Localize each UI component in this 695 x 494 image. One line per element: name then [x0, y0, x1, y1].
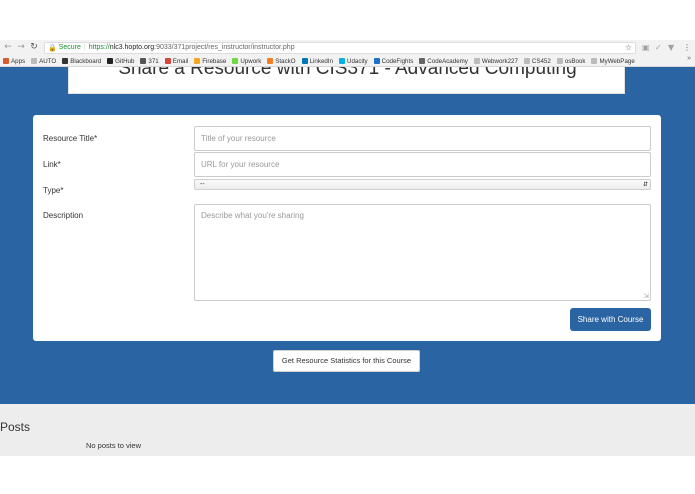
page-title: Share a Resource with CIS371 - Advanced … [118, 67, 577, 79]
bookmark-label: Webwork227 [481, 57, 518, 65]
resource-form: Resource Title* Title of your resource L… [33, 115, 661, 341]
type-select[interactable]: -- ⇵ [194, 179, 651, 190]
reload-icon[interactable]: ↻ [29, 41, 39, 53]
github-icon [107, 58, 114, 64]
bookmark-item[interactable]: Udacity [339, 58, 368, 65]
bookmark-label: Udacity [347, 57, 368, 65]
bookmark-label: Apps [11, 57, 26, 65]
bookmark-label: StackO [275, 57, 296, 65]
bookmark-label: GitHub [115, 57, 135, 65]
forward-icon[interactable]: → [16, 41, 26, 53]
page-icon [523, 58, 530, 64]
extension-icon[interactable]: ✓ [655, 43, 662, 52]
page-icon [591, 58, 598, 64]
address-bar[interactable]: 🔒 Secure | https:// nlc3.hopto.org :9033… [44, 42, 636, 54]
bookmark-item[interactable]: StackO [267, 57, 296, 65]
bookmark-item[interactable]: CodeAcademy [419, 58, 468, 65]
bookmark-item[interactable]: osBook [556, 57, 586, 65]
udacity-icon [339, 58, 345, 64]
bookmark-label: LinkedIn [309, 57, 333, 65]
type-selected-value: -- [200, 181, 205, 188]
resource-title-label: Resource Title* [43, 134, 98, 143]
bookmark-label: Firebase [202, 57, 227, 65]
gmail-icon [164, 58, 171, 64]
extension-icon[interactable]: ▣ [642, 43, 650, 52]
bookmark-item[interactable]: CodeFights [373, 57, 414, 65]
bookmark-label: CodeFights [381, 57, 414, 65]
resource-title-input[interactable]: Title of your resource [194, 126, 651, 151]
resource-statistics-button[interactable]: Get Resource Statistics for this Course [273, 350, 420, 372]
posts-section: Posts No posts to view [0, 404, 695, 456]
link-input[interactable]: URL for your resource [194, 152, 651, 177]
url-path: :9033/371project/res_instructor/instruct… [154, 44, 295, 51]
resize-handle-icon[interactable]: ⇲ [643, 292, 649, 300]
bookmark-item[interactable]: Upwork [232, 58, 261, 65]
browser-chrome: ← → ↻ 🔒 Secure | https:// nlc3.hopto.org… [0, 40, 695, 67]
linkedin-icon [301, 58, 308, 64]
bookmark-label: osBook [564, 57, 586, 65]
title-card: Share a Resource with CIS371 - Advanced … [68, 67, 625, 94]
url-scheme: https:// [88, 44, 110, 51]
bookmark-item[interactable]: LinkedIn [301, 57, 333, 65]
bookmark-item[interactable]: MyWebPage [591, 57, 635, 65]
page-icon [31, 58, 38, 64]
posts-empty-message: No posts to view [86, 441, 142, 450]
upwork-icon [232, 58, 239, 64]
bookmark-item[interactable]: Firebase [194, 58, 226, 65]
posts-heading: Posts [0, 420, 31, 434]
select-arrows-icon: ⇵ [642, 181, 648, 188]
bookmark-label: CodeAcademy [427, 57, 468, 65]
codefights-icon [373, 58, 380, 64]
firebase-icon [194, 58, 201, 64]
filter-icon[interactable]: ▼ [668, 43, 674, 52]
blackboard-icon [62, 58, 69, 64]
stackoverflow-icon [267, 58, 274, 64]
bookmark-label: Email [172, 57, 189, 65]
secure-label: Secure [58, 44, 81, 51]
apps-grid-icon [3, 58, 9, 64]
bookmark-label: Blackboard [70, 57, 102, 65]
page-icon [473, 58, 480, 64]
bookmark-label: 371 [148, 57, 159, 65]
main-section: Share a Resource with CIS371 - Advanced … [0, 67, 695, 404]
toolbar: ← → ↻ 🔒 Secure | https:// nlc3.hopto.org… [0, 40, 695, 55]
description-textarea[interactable]: Describe what you're sharing ⇲ [194, 204, 651, 301]
bookmark-item[interactable]: Email [164, 57, 189, 65]
bookmark-star-icon[interactable]: ☆ [625, 43, 632, 53]
description-label: Description [43, 211, 84, 220]
bookmark-label: CS452 [531, 57, 551, 65]
description-placeholder: Describe what you're sharing [201, 211, 304, 220]
page: ← → ↻ 🔒 Secure | https:// nlc3.hopto.org… [0, 0, 695, 494]
bookmarks-bar: Apps AUTO Blackboard GitHub 371 Email Firebase… [0, 55, 695, 67]
bookmark-item[interactable]: GitHub [107, 58, 134, 65]
menu-kebab-icon[interactable]: ⋮ [683, 43, 691, 52]
lock-icon: 🔒 [48, 44, 57, 52]
type-label: Type* [43, 186, 64, 195]
back-icon[interactable]: ← [3, 41, 13, 53]
bookmark-item[interactable]: AUTO [31, 58, 56, 65]
separator: | [83, 44, 86, 51]
url-host: nlc3.hopto.org [109, 44, 155, 51]
bookmark-item[interactable]: Apps [3, 58, 25, 65]
bookmark-label: AUTO [39, 57, 57, 65]
bookmark-label: MyWebPage [599, 57, 635, 65]
link-label: Link* [43, 160, 61, 169]
bookmark-item[interactable]: 371 [140, 57, 159, 65]
bookmark-label: Upwork [240, 57, 262, 65]
page-icon [140, 58, 147, 64]
share-with-course-button[interactable]: Share with Course [570, 308, 651, 331]
bookmark-item[interactable]: Blackboard [62, 58, 101, 65]
bookmarks-overflow-icon[interactable]: » [687, 55, 691, 62]
page-icon [556, 58, 563, 64]
page-icon [419, 58, 426, 64]
bookmark-item[interactable]: CS452 [523, 57, 551, 65]
bookmark-item[interactable]: Webwork227 [473, 57, 518, 65]
